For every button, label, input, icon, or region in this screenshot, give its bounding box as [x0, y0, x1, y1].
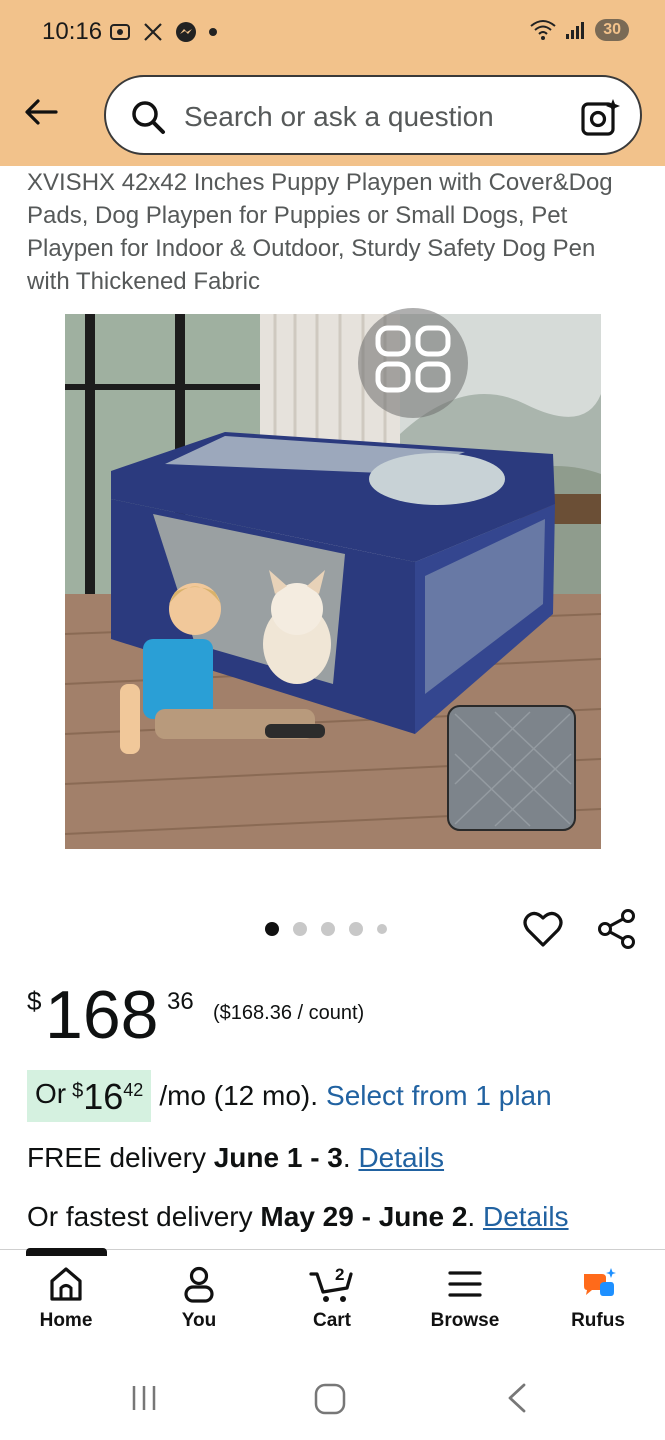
nav-browse-label: Browse — [430, 1310, 500, 1331]
active-tab-indicator — [26, 1248, 107, 1256]
fastest-delivery-row: Or fastest delivery May 29 - June 2. Det… — [27, 1201, 569, 1232]
price-currency: $ — [27, 986, 42, 1016]
monthly-price-badge: Or $ 16 42 — [27, 1070, 152, 1122]
more-notifications-icon — [209, 28, 217, 36]
system-navigation-bar — [0, 1360, 665, 1440]
x-app-icon — [144, 23, 162, 41]
screenshot-icon — [110, 24, 130, 40]
select-plan-link[interactable]: Select from 1 plan — [326, 1080, 552, 1112]
home-icon — [50, 1267, 82, 1301]
app-header: 10:16 30 Search or ask a question — [0, 0, 665, 166]
carousel-dot[interactable] — [293, 922, 307, 936]
status-time: 10:16 — [42, 18, 103, 45]
system-status-icons: 30 — [529, 18, 629, 42]
monthly-fraction: 42 — [123, 1080, 144, 1100]
carousel-dot[interactable] — [321, 922, 335, 936]
monthly-currency: $ — [72, 1080, 84, 1102]
grid-view-icon — [375, 325, 451, 393]
rufus-icon — [584, 1268, 616, 1296]
messenger-icon — [176, 22, 196, 42]
nav-cart[interactable]: 2 Cart — [272, 1264, 392, 1332]
image-carousel-dots[interactable] — [265, 922, 387, 936]
battery-indicator: 30 — [595, 19, 629, 41]
nav-you-label: You — [181, 1310, 217, 1331]
notification-icons — [108, 20, 218, 44]
menu-icon — [448, 1271, 482, 1297]
monthly-whole: 16 — [83, 1076, 124, 1117]
search-bar[interactable]: Search or ask a question — [104, 75, 642, 155]
free-delivery-row: FREE delivery June 1 - 3. Details — [27, 1142, 445, 1173]
nav-browse[interactable]: Browse — [405, 1264, 525, 1332]
fastest-delivery-dates: May 29 - June 2 — [260, 1201, 468, 1232]
signal-icon — [566, 22, 585, 39]
person-icon — [184, 1266, 214, 1303]
free-delivery-label: FREE delivery — [27, 1142, 206, 1173]
carousel-dot[interactable] — [377, 924, 387, 934]
view-360-toggle[interactable] — [358, 308, 468, 418]
product-title[interactable]: XVISHX 42x42 Inches Puppy Playpen with C… — [27, 166, 639, 298]
nav-rufus[interactable]: Rufus — [538, 1264, 658, 1332]
carousel-dot[interactable] — [265, 922, 279, 936]
price-fraction: 36 — [167, 988, 194, 1015]
system-back-icon[interactable] — [502, 1382, 532, 1414]
status-bar: 10:16 30 — [0, 0, 665, 66]
fastest-delivery-details-link[interactable]: Details — [483, 1201, 569, 1232]
fastest-delivery-label: Or fastest delivery — [27, 1201, 253, 1232]
price-whole: 168 — [45, 977, 159, 1053]
recent-apps-icon[interactable] — [128, 1382, 160, 1414]
cart-count: 2 — [335, 1265, 344, 1284]
monthly-term: /mo (12 mo). — [159, 1080, 319, 1111]
free-delivery-dates: June 1 - 3 — [213, 1142, 343, 1173]
cart-icon: 2 — [309, 1265, 353, 1302]
home-button-icon[interactable] — [313, 1382, 347, 1416]
back-arrow-icon[interactable] — [22, 92, 62, 132]
unit-price: ($168.36 / count) — [213, 1002, 365, 1024]
nav-rufus-label: Rufus — [571, 1310, 625, 1331]
monthly-prefix: Or — [35, 1078, 67, 1109]
nav-home[interactable]: Home — [6, 1264, 126, 1332]
wifi-icon — [530, 20, 556, 40]
search-input[interactable]: Search or ask a question — [184, 101, 494, 133]
nav-home-label: Home — [39, 1310, 93, 1331]
camera-search-icon[interactable] — [578, 95, 622, 139]
search-icon — [132, 101, 165, 134]
heart-icon[interactable] — [522, 908, 564, 950]
nav-cart-label: Cart — [312, 1310, 351, 1331]
nav-you[interactable]: You — [139, 1264, 259, 1332]
free-delivery-details-link[interactable]: Details — [358, 1142, 444, 1173]
bottom-navigation: Home You 2 Cart Browse Rufus — [0, 1249, 665, 1349]
monthly-payment-row: Or $ 16 42 /mo (12 mo). Select from 1 pl… — [27, 1070, 552, 1122]
carousel-dot[interactable] — [349, 922, 363, 936]
product-image[interactable] — [65, 314, 601, 849]
share-icon[interactable] — [596, 908, 638, 950]
